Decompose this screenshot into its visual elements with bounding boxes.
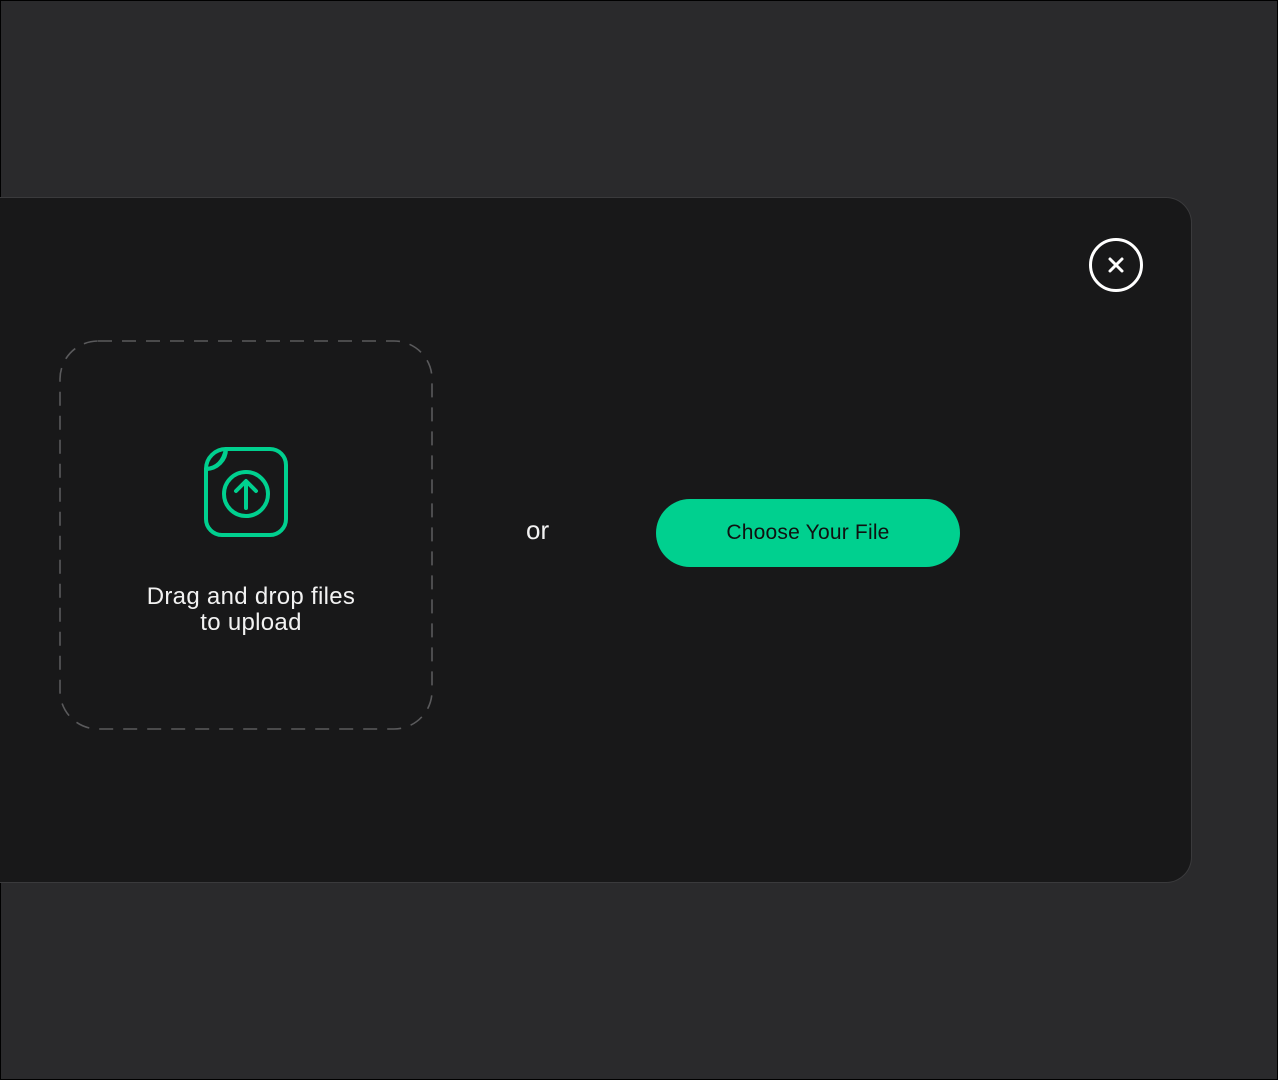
dropzone-instructions: Drag and drop files to upload bbox=[146, 583, 356, 636]
close-icon bbox=[1108, 257, 1124, 273]
upload-file-icon bbox=[204, 447, 288, 537]
or-separator: or bbox=[526, 515, 550, 545]
file-dropzone[interactable]: Drag and drop files to upload bbox=[59, 340, 433, 730]
choose-file-button[interactable]: Choose Your File bbox=[656, 499, 960, 567]
close-button[interactable] bbox=[1089, 238, 1143, 292]
